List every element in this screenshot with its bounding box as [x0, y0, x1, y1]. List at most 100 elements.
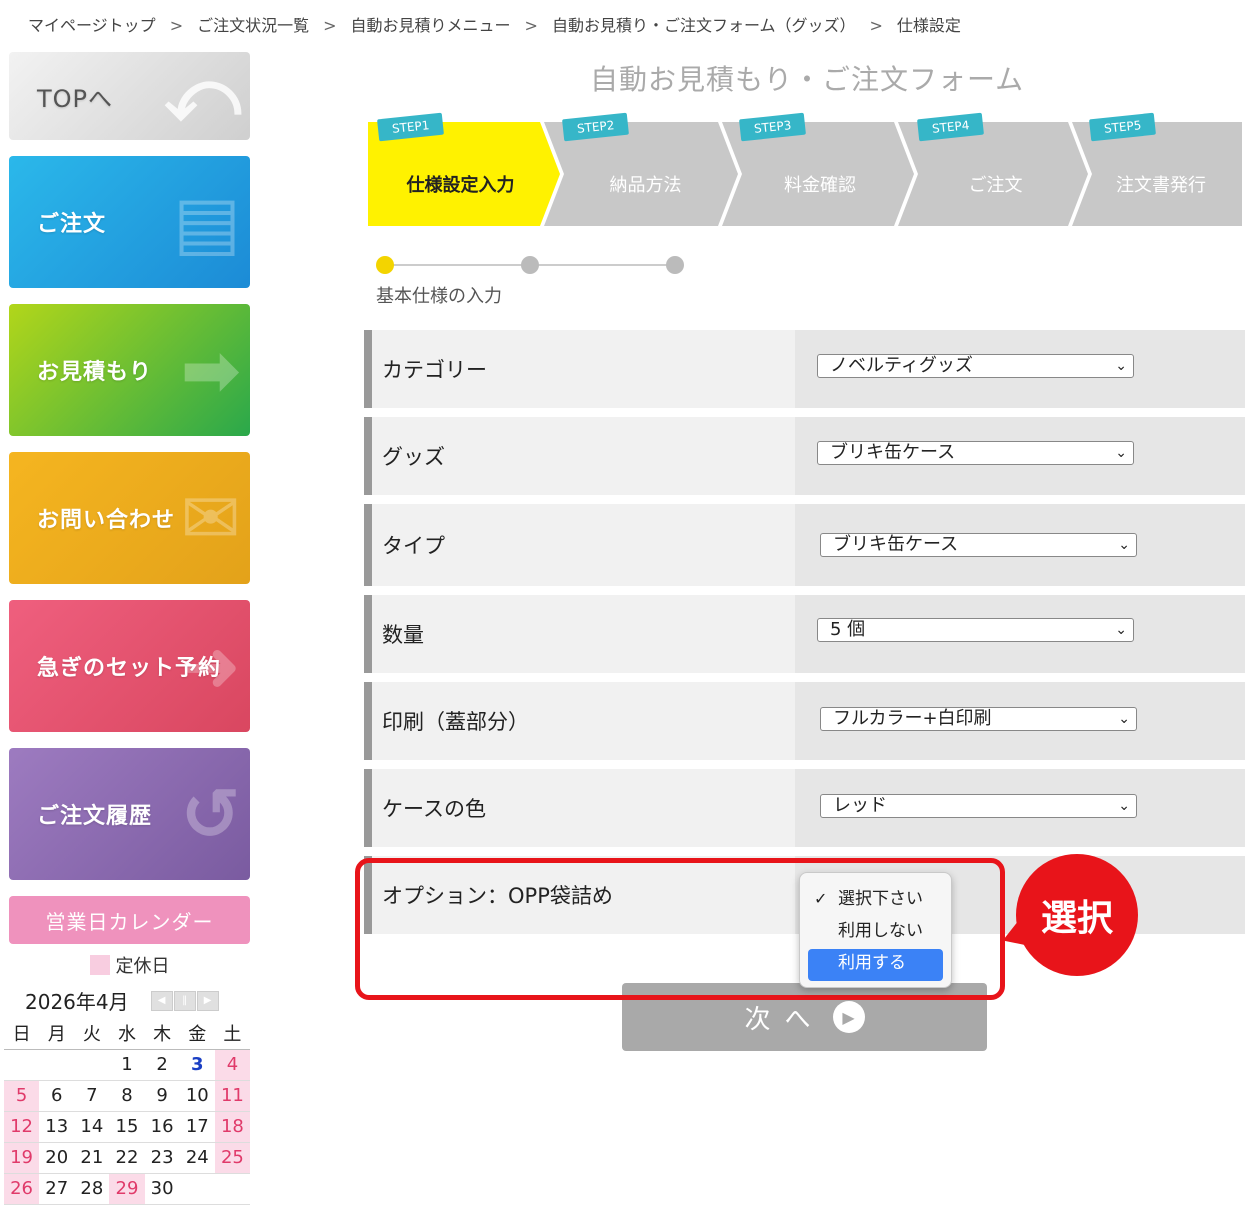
calendar-day: 4	[214, 1049, 250, 1081]
calendar-day: 3	[179, 1049, 215, 1081]
calendar-week: 1 2 3 4	[4, 1049, 250, 1081]
step-3: STEP3 料金確認	[730, 112, 910, 226]
calendar-title: 営業日カレンダー	[9, 896, 250, 944]
breadcrumb-separator: >	[524, 16, 538, 35]
calendar-day: 6	[39, 1080, 75, 1112]
dropdown-option-select[interactable]: ✓ 選択下さい	[800, 885, 951, 917]
dropdown-option-label: 利用する	[838, 953, 906, 973]
calendar-day: 8	[109, 1080, 145, 1112]
sub-progress-dot-active	[376, 256, 394, 274]
return-arrow-icon: ⤺	[164, 53, 242, 137]
step-5-label: 注文書発行	[1116, 175, 1206, 196]
step-1: STEP1 仕様設定入力	[368, 112, 553, 226]
sidebar-contact-button[interactable]: ✉ お問い合わせ	[9, 452, 250, 584]
select-value: レッド	[833, 795, 887, 816]
select-value: ノベルティグッズ	[830, 355, 973, 376]
calendar-day	[39, 1049, 75, 1081]
mail-icon: ✉	[180, 476, 242, 560]
page-title: 自動お見積もり・ご注文フォーム	[590, 63, 1025, 96]
sidebar-order-button[interactable]: ▤ ご注文	[9, 156, 250, 288]
chevron-down-icon: ⌄	[1115, 622, 1127, 638]
sidebar: ⤺ TOPへ ▤ ご注文 ➡ お見積もり ✉ お問い合わせ ➜ 急ぎのセット予約…	[9, 52, 250, 1015]
field-row-category: カテゴリー ノベルティグッズ ⌄	[364, 330, 1245, 408]
sidebar-top-label: TOPへ	[37, 84, 114, 113]
calendar-day: 11	[214, 1080, 250, 1112]
calendar-day	[214, 1173, 250, 1205]
calendar-day: 20	[39, 1142, 75, 1174]
calendar-day: 7	[74, 1080, 110, 1112]
yen-arrow-icon: ➡	[180, 328, 242, 412]
breadcrumb-item-orders[interactable]: ご注文状況一覧	[197, 16, 309, 35]
calendar-current-icon[interactable]: ‖	[173, 990, 196, 1011]
breadcrumb-item-mypage[interactable]: マイページトップ	[28, 16, 156, 35]
calendar-day: 12	[4, 1111, 40, 1143]
play-circle-icon: ▶	[832, 1001, 865, 1033]
calendar-day: 22	[109, 1142, 145, 1174]
field-row-case-color: ケースの色 レッド ⌄	[364, 769, 1245, 847]
chevron-down-icon: ⌄	[1115, 358, 1127, 374]
select-value: 5 個	[830, 619, 866, 640]
sidebar-estimate-button[interactable]: ➡ お見積もり	[9, 304, 250, 436]
calendar-day: 18	[214, 1111, 250, 1143]
legend-label: 定休日	[115, 956, 170, 977]
sidebar-top-button[interactable]: ⤺ TOPへ	[9, 52, 250, 140]
dropdown-option-yes[interactable]: 利用する	[808, 949, 943, 981]
goods-select[interactable]: ブリキ缶ケース ⌄	[817, 441, 1134, 465]
calendar-month-label: 2026年4月	[25, 990, 129, 1014]
breadcrumb-separator: >	[169, 16, 184, 35]
calendar-day: 26	[4, 1173, 40, 1205]
opp-option-dropdown[interactable]: ✓ 選択下さい 利用しない 利用する	[799, 872, 952, 988]
select-value: フルカラー+白印刷	[833, 708, 992, 729]
sidebar-estimate-label: お見積もり	[37, 360, 153, 385]
calendar-week: 5 6 7 8 9 10 11	[4, 1080, 250, 1112]
calendar-day	[4, 1049, 40, 1081]
calendar-day: 27	[39, 1173, 75, 1205]
sidebar-contact-label: お問い合わせ	[37, 508, 176, 533]
step-1-tag: STEP1	[377, 112, 445, 142]
calendar-week: 12 13 14 15 16 17 18	[4, 1111, 250, 1143]
callout-bubble: 選択	[1016, 854, 1138, 976]
calendar-next-icon[interactable]: ▶	[196, 990, 219, 1011]
field-label: グッズ	[382, 445, 445, 469]
type-select[interactable]: ブリキ缶ケース ⌄	[820, 533, 1137, 557]
calendar-day: 21	[74, 1142, 110, 1174]
chevron-down-icon: ⌄	[1118, 711, 1130, 727]
select-value: ブリキ缶ケース	[833, 534, 959, 555]
weekday-tue: 火	[74, 1018, 110, 1050]
field-value-cell: ブリキ缶ケース ⌄	[795, 417, 1245, 495]
step-2: STEP2 納品方法	[553, 112, 738, 226]
calendar-day: 1	[109, 1049, 145, 1081]
field-row-type: タイプ ブリキ缶ケース ⌄	[364, 504, 1245, 586]
field-value-cell: ブリキ缶ケース ⌄	[795, 504, 1245, 586]
breadcrumb-item-estimate-menu[interactable]: 自動お見積りメニュー	[351, 16, 511, 35]
chevron-down-icon: ⌄	[1115, 445, 1127, 461]
print-select[interactable]: フルカラー+白印刷 ⌄	[820, 707, 1137, 731]
sidebar-rush-button[interactable]: ➜ 急ぎのセット予約	[9, 600, 250, 732]
calendar-day: 13	[39, 1111, 75, 1143]
calendar-day: 5	[4, 1080, 40, 1112]
calendar-day	[179, 1173, 215, 1205]
dropdown-option-label: 選択下さい	[838, 889, 923, 909]
calendar-day: 19	[4, 1142, 40, 1174]
breadcrumb-item-form[interactable]: 自動お見積り・ご注文フォーム（グッズ）	[552, 16, 856, 35]
calendar-day: 25	[214, 1142, 250, 1174]
weekday-thu: 木	[144, 1018, 180, 1050]
step-4-tag: STEP4	[917, 112, 985, 142]
quantity-select[interactable]: 5 個 ⌄	[817, 618, 1134, 642]
breadcrumb: マイページトップ > ご注文状況一覧 > 自動お見積りメニュー > 自動お見積り・ご注文フォ…	[28, 12, 961, 36]
dropdown-option-no[interactable]: 利用しない	[800, 917, 951, 949]
step-1-label: 仕様設定入力	[406, 175, 515, 196]
case-color-select[interactable]: レッド ⌄	[820, 794, 1137, 818]
field-row-print: 印刷（蓋部分） フルカラー+白印刷 ⌄	[364, 682, 1245, 760]
select-value: ブリキ缶ケース	[830, 442, 956, 463]
sub-progress-dot	[521, 256, 539, 274]
calendar-day: 2	[144, 1049, 180, 1081]
calendar-day: 9	[144, 1080, 180, 1112]
category-select[interactable]: ノベルティグッズ ⌄	[817, 354, 1134, 378]
calendar-day: 10	[179, 1080, 215, 1112]
field-row-goods: グッズ ブリキ缶ケース ⌄	[364, 417, 1245, 495]
breadcrumb-item-current: 仕様設定	[896, 16, 961, 35]
calendar-prev-icon[interactable]: ◀	[150, 990, 173, 1011]
step-5: STEP5 注文書発行	[1080, 112, 1242, 226]
sidebar-history-button[interactable]: ↺ ご注文履歴	[9, 748, 250, 880]
